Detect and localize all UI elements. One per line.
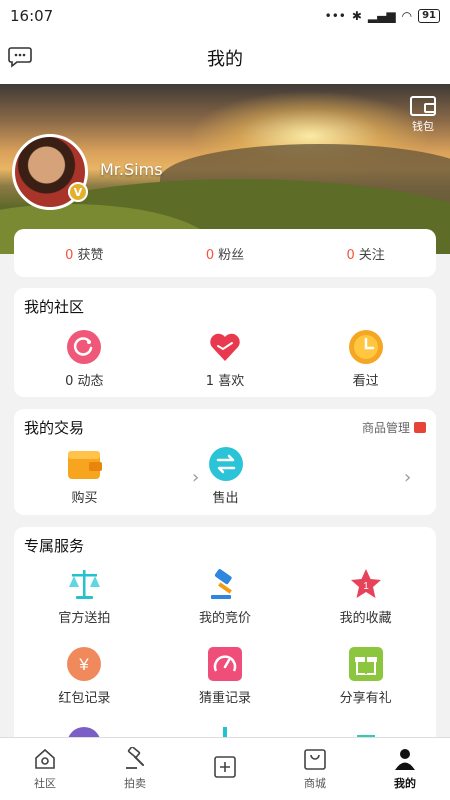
stat-count: 0: [346, 247, 355, 263]
section-title: 我的社区: [24, 298, 85, 316]
stat-label: 粉丝: [218, 247, 245, 263]
section-title: 专属服务: [24, 537, 85, 555]
stat-fans[interactable]: 0 粉丝: [206, 244, 244, 263]
service-my-favorites[interactable]: 1 我的收藏: [295, 567, 436, 626]
trade-buy[interactable]: 购买: [14, 447, 155, 506]
gift-icon: [348, 647, 383, 681]
bottom-tab-bar: 社区 拍卖 商城 我的: [0, 737, 450, 800]
mail-icon: [414, 422, 426, 433]
tab-mine[interactable]: 我的: [360, 738, 450, 800]
service-my-bids[interactable]: 我的竞价: [155, 567, 296, 626]
wifi-icon: ◠: [401, 9, 413, 23]
wallet-icon: [410, 96, 436, 116]
wallet-icon: [67, 451, 102, 479]
cell-label: 0 动态: [65, 374, 104, 389]
gauge-icon: [208, 647, 242, 681]
link-label: 商品管理: [361, 421, 410, 435]
tab-publish[interactable]: [180, 738, 270, 800]
home-icon: [35, 748, 55, 769]
cell-label: 猜重记录: [199, 691, 252, 706]
vip-badge: V: [68, 182, 88, 202]
trade-sold[interactable]: 售出: [155, 447, 296, 506]
cell-label: 我的竞价: [199, 611, 252, 626]
svg-text:¥: ¥: [79, 655, 90, 674]
tab-community[interactable]: 社区: [0, 738, 90, 800]
username[interactable]: Mr.Sims: [100, 160, 163, 179]
service-red-packet[interactable]: ¥ 红包记录: [14, 647, 155, 706]
section-title: 我的交易: [24, 419, 85, 437]
service-guess-weight[interactable]: 猜重记录: [155, 647, 296, 706]
community-viewed[interactable]: 看过: [295, 330, 436, 389]
stat-count: 0: [205, 247, 215, 263]
status-icons: ••• ✱ ▂▄▆ ◠ 91: [325, 9, 440, 23]
person-icon: [395, 749, 415, 770]
stat-count: 0: [65, 247, 74, 263]
tab-label: 拍卖: [124, 777, 146, 790]
status-time: 16:07: [10, 7, 54, 25]
star-icon: 1: [350, 569, 381, 598]
exchange-icon: [208, 447, 243, 481]
battery-indicator: 91: [418, 9, 440, 23]
community-likes[interactable]: 1 喜欢: [155, 330, 296, 389]
heart-icon: [210, 333, 240, 361]
cell-label: 购买: [71, 491, 98, 506]
page-title: 我的: [207, 49, 243, 70]
service-official-auction[interactable]: 官方送拍: [14, 567, 155, 626]
plus-icon: [214, 756, 236, 778]
tab-label: 商城: [304, 777, 326, 790]
tab-auction[interactable]: 拍卖: [90, 738, 180, 800]
wallet-button[interactable]: 钱包: [406, 96, 440, 134]
top-nav: 我的: [0, 32, 450, 84]
gavel-icon: [126, 747, 144, 769]
tab-mall[interactable]: 商城: [270, 738, 360, 800]
cell-label: 1 喜欢: [205, 374, 245, 389]
bluetooth-icon: ✱: [351, 9, 362, 23]
tab-label: 社区: [34, 777, 56, 790]
stats-card: 0 获赞 0 粉丝 0 关注: [14, 229, 436, 277]
stat-label: 关注: [358, 247, 385, 263]
community-section: 我的社区 0 动态 1 喜欢 看过: [14, 288, 436, 397]
community-posts[interactable]: 0 动态: [14, 330, 155, 389]
message-icon[interactable]: [8, 46, 32, 68]
scale-icon: [69, 570, 101, 599]
cell-label: 分享有礼: [339, 691, 392, 706]
service-share-gift[interactable]: 分享有礼: [295, 647, 436, 706]
product-management-link[interactable]: 商品管理: [362, 419, 426, 436]
trade-section: 我的交易 商品管理 购买 售出 › ›: [14, 409, 436, 515]
cell-label: 我的收藏: [339, 611, 392, 626]
cell-label: 看过: [352, 374, 379, 389]
tab-label: 我的: [394, 777, 416, 790]
stat-likes[interactable]: 0 获赞: [65, 244, 103, 263]
cell-label: 官方送拍: [58, 611, 111, 626]
more-icon: •••: [324, 9, 346, 23]
yen-icon: ¥: [67, 647, 102, 681]
svg-text:1: 1: [363, 581, 369, 592]
cell-label: 售出: [212, 491, 239, 506]
clock-icon: [348, 330, 383, 364]
chevron-right-icon[interactable]: ›: [192, 467, 199, 488]
stat-label: 获赞: [77, 247, 104, 263]
refresh-icon: [67, 330, 102, 364]
stat-following[interactable]: 0 关注: [346, 244, 384, 263]
wallet-label: 钱包: [412, 120, 434, 133]
bag-icon: [304, 749, 326, 770]
status-bar: 16:07 ••• ✱ ▂▄▆ ◠ 91: [0, 0, 450, 32]
chevron-right-icon[interactable]: ›: [404, 467, 411, 488]
cell-label: 红包记录: [58, 691, 111, 706]
gavel-icon: [211, 569, 232, 599]
signal-icon: ▂▄▆: [367, 9, 396, 23]
